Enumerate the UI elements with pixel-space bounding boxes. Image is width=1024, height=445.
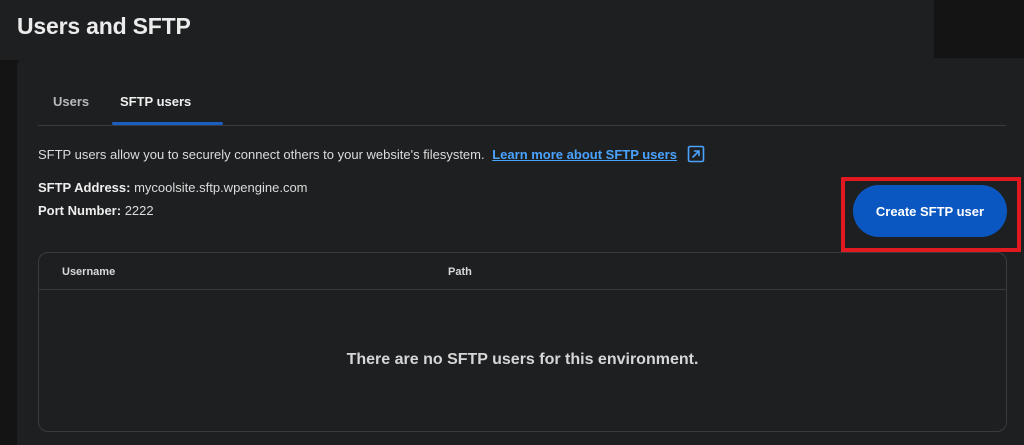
intro-text: SFTP users allow you to securely connect… xyxy=(38,147,485,162)
empty-state-message: There are no SFTP users for this environ… xyxy=(346,351,699,368)
tab-sftp-users[interactable]: SFTP users xyxy=(120,94,191,109)
port-number-label: Port Number: xyxy=(38,203,122,218)
tab-bar: Users SFTP users xyxy=(38,58,1006,126)
page: Users and SFTP Users SFTP users SFTP use… xyxy=(0,0,1024,445)
sftp-address-label: SFTP Address: xyxy=(38,180,131,195)
sftp-address-value: mycoolsite.sftp.wpengine.com xyxy=(134,180,308,195)
column-header-username: Username xyxy=(62,266,116,278)
sftp-users-table: Username Path There are no SFTP users fo… xyxy=(38,252,1007,432)
intro-text-row: SFTP users allow you to securely connect… xyxy=(38,145,705,163)
external-link-icon[interactable] xyxy=(687,145,705,163)
column-header-path: Path xyxy=(448,266,472,278)
tab-users[interactable]: Users xyxy=(53,94,89,109)
sftp-address: SFTP Address: mycoolsite.sftp.wpengine.c… xyxy=(38,180,308,195)
page-title: Users and SFTP xyxy=(17,13,191,39)
create-sftp-user-button[interactable]: Create SFTP user xyxy=(853,185,1007,237)
port-number: Port Number: 2222 xyxy=(38,203,154,218)
active-tab-indicator xyxy=(112,122,223,125)
header-band: Users and SFTP xyxy=(0,0,934,60)
sftp-card: Users SFTP users SFTP users allow you to… xyxy=(17,58,1024,445)
learn-more-link[interactable]: Learn more about SFTP users xyxy=(492,147,677,162)
port-number-value: 2222 xyxy=(124,203,154,218)
table-header: Username Path xyxy=(39,253,1006,290)
